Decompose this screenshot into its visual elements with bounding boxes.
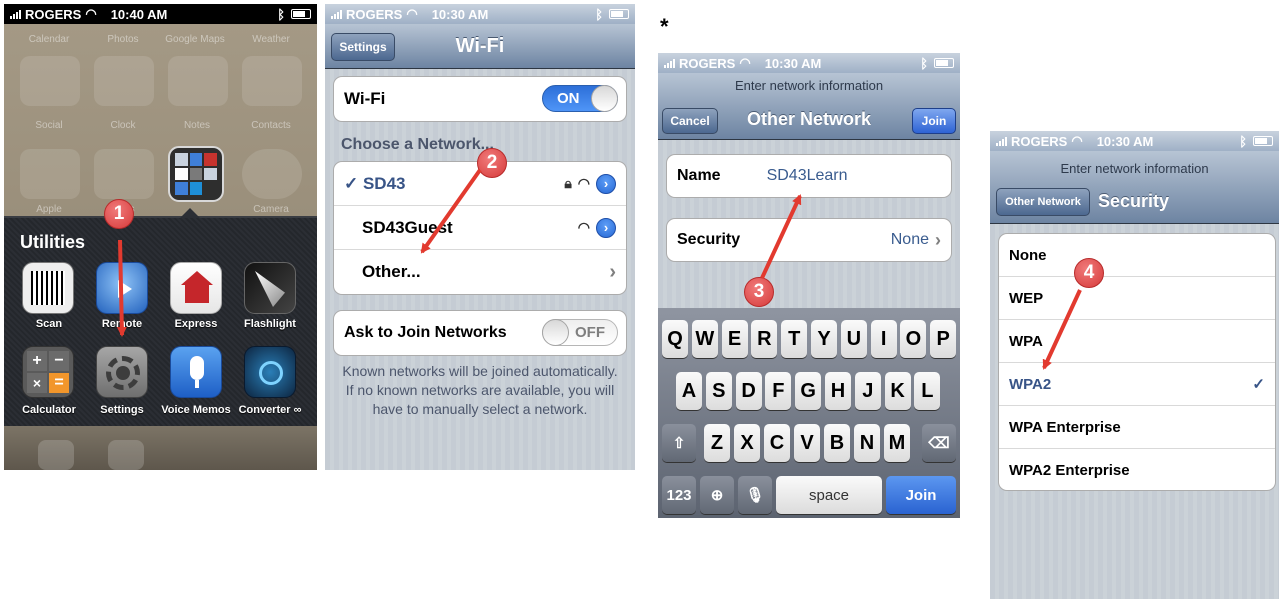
- arrow-3: [760, 194, 802, 279]
- annotation-arrows: [116, 168, 1082, 370]
- arrow-4: [1042, 289, 1082, 370]
- arrow-1: [116, 239, 127, 337]
- arrow-2: [420, 168, 482, 254]
